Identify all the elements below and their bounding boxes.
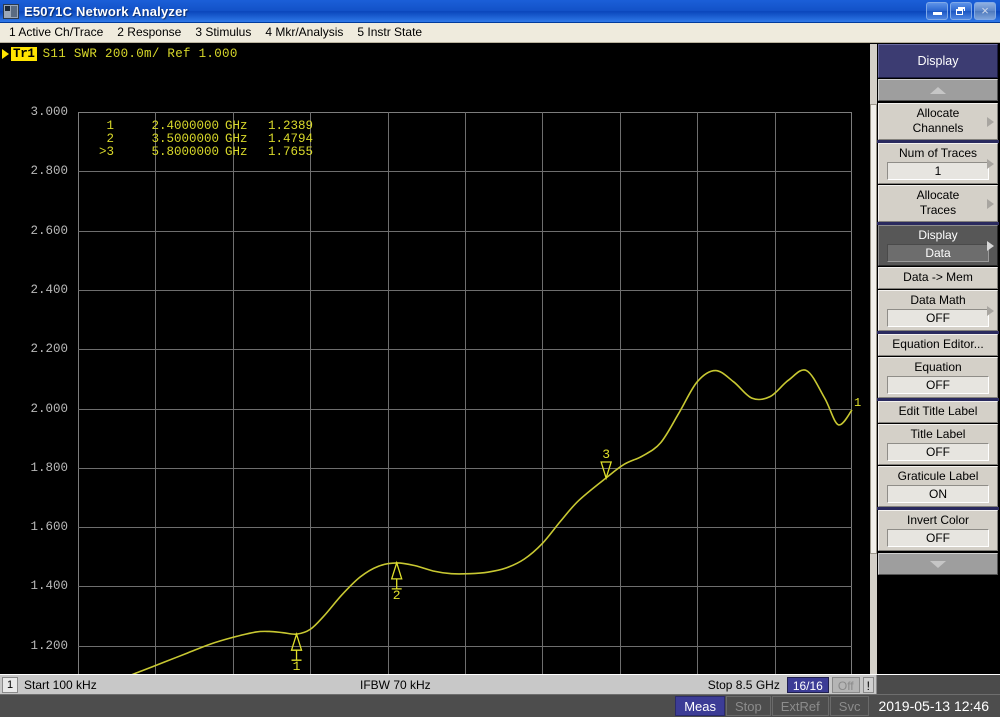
scroll-up-icon <box>930 86 946 94</box>
softkey-invert-color[interactable]: Invert Color OFF <box>877 507 999 551</box>
menu-item-stimulus[interactable]: 3 Stimulus <box>190 24 260 41</box>
softkey-value[interactable]: ON <box>887 485 989 503</box>
softkey-list: Display Allocate Channels Num of Traces 1 A… <box>876 44 1000 577</box>
softkey-allocate-channels[interactable]: Allocate Channels <box>878 103 998 140</box>
chevron-right-icon <box>987 158 994 169</box>
softkey-value[interactable]: OFF <box>887 529 989 547</box>
softkey-value[interactable]: OFF <box>887 443 989 461</box>
network-analyzer-window: E5071C Network Analyzer × 1 Active Ch/Tr… <box>0 0 1000 717</box>
softkey-value[interactable]: 1 <box>887 162 989 180</box>
softkey-items: Allocate Channels Num of Traces 1 Allocate … <box>876 103 1000 551</box>
softkey-label: Edit Title Label <box>898 404 978 418</box>
menu-item-active-ch-trace[interactable]: 1 Active Ch/Trace <box>4 24 112 41</box>
y-axis-tick-6: 1.800 <box>30 460 68 475</box>
analyzer-icon <box>3 3 19 19</box>
status-right-group: Stop 8.5 GHz 16/16 Off ! <box>708 676 874 693</box>
softkey-allocate-traces[interactable]: Allocate Traces <box>878 185 998 222</box>
points-indicator[interactable]: 16/16 <box>786 676 829 693</box>
menu-bar: 1 Active Ch/Trace 2 Response 3 Stimulus … <box>0 23 1000 43</box>
minimize-icon <box>933 12 942 15</box>
y-axis-tick-1: 2.800 <box>30 164 68 179</box>
marker-overlay: 1 2 3 <box>78 447 852 674</box>
softkey-label: Equation <box>914 360 962 374</box>
svc-indicator[interactable]: Svc <box>829 696 870 716</box>
menu-item-response[interactable]: 2 Response <box>112 24 190 41</box>
marker-label-3: 3 <box>602 447 610 462</box>
menu-item-instr-state[interactable]: 5 Instr State <box>352 24 431 41</box>
softkey-title-label[interactable]: Title Label OFF <box>878 424 998 465</box>
marker-label-1: 1 <box>293 659 301 674</box>
stop-frequency[interactable]: Stop 8.5 GHz <box>708 678 780 692</box>
y-axis-tick-4: 2.200 <box>30 342 68 357</box>
channel-number[interactable]: 1 <box>2 676 18 693</box>
scroll-down-icon <box>930 560 946 568</box>
y-axis-labels: 3.000 2.800 2.600 2.400 2.200 2.000 1.800 1.600… <box>0 44 74 712</box>
softkey-label: Allocate Traces <box>916 188 960 217</box>
ifbw-value[interactable]: IFBW 70 kHz <box>360 678 431 692</box>
y-axis-tick-5: 2.000 <box>30 401 68 416</box>
softkey-display[interactable]: Display Data <box>877 222 999 266</box>
softkey-label: Allocate Channels <box>912 106 964 135</box>
softkey-label: Data Math <box>910 293 966 307</box>
softkey-panel: Display Allocate Channels Num of Traces 1 A… <box>868 44 1000 674</box>
status-bar: 1 Start 100 kHz IFBW 70 kHz Stop 8.5 GHz… <box>0 674 1000 695</box>
correction-indicator[interactable]: Off <box>831 676 860 693</box>
softkey-label: Invert Color <box>906 513 970 527</box>
title-bar: E5071C Network Analyzer × <box>0 0 1000 23</box>
softkey-label: Graticule Label <box>897 469 979 483</box>
instrument-taskbar: Meas Stop ExtRef Svc 2019-05-13 12:46 <box>0 694 1000 717</box>
chevron-right-icon <box>987 116 994 127</box>
softkey-equation[interactable]: Equation OFF <box>878 357 998 398</box>
y-axis-tick-0: 3.000 <box>30 105 68 119</box>
extref-indicator[interactable]: ExtRef <box>771 696 829 716</box>
measurement-screen: Tr1 S11 SWR 200.0m/ Ref 1.000 3.000 2.800… <box>0 44 868 713</box>
restore-button[interactable] <box>950 2 972 20</box>
stop-indicator[interactable]: Stop <box>726 696 771 716</box>
marker-3[interactable]: 3 <box>601 447 611 478</box>
softkey-scroll-down-button[interactable] <box>878 553 998 575</box>
close-icon: × <box>981 3 989 18</box>
softkey-label: Title Label <box>910 427 966 441</box>
close-button[interactable]: × <box>974 2 996 20</box>
softkey-label: Data -> Mem <box>903 270 973 284</box>
status-bar-tail <box>876 675 1000 695</box>
restore-icon <box>956 7 966 16</box>
window-controls: × <box>926 2 996 20</box>
warning-indicator[interactable]: ! <box>862 676 874 693</box>
softkey-label: Equation Editor... <box>892 337 984 351</box>
softkey-equation-editor[interactable]: Equation Editor... <box>877 331 999 356</box>
y-axis-tick-7: 1.600 <box>30 520 68 535</box>
trace-number-indicator: 1 <box>854 395 862 410</box>
chevron-right-icon <box>987 305 994 316</box>
softkey-data-math[interactable]: Data Math OFF <box>878 290 998 331</box>
marker-2[interactable]: 2 <box>392 563 402 603</box>
softkey-value[interactable]: Data <box>887 244 989 262</box>
minimize-button[interactable] <box>926 2 948 20</box>
softkey-menu-title: Display <box>878 44 998 78</box>
softkey-label: Display <box>918 228 958 242</box>
meas-indicator[interactable]: Meas <box>675 696 726 716</box>
softkey-label: Num of Traces <box>898 146 978 160</box>
marker-1[interactable]: 1 <box>292 634 302 674</box>
softkey-edit-title-label[interactable]: Edit Title Label <box>877 398 999 423</box>
graticule: 1 2.4000000 GHz 1.2389 2 3.5000000 GHz 1.4794 >3… <box>78 112 861 705</box>
softkey-value[interactable]: OFF <box>887 376 989 394</box>
softkey-num-of-traces[interactable]: Num of Traces 1 <box>877 140 999 184</box>
chevron-right-icon <box>987 198 994 209</box>
y-axis-tick-8: 1.400 <box>30 579 68 594</box>
y-axis-tick-3: 2.400 <box>30 282 68 297</box>
marker-label-2: 2 <box>393 588 401 603</box>
clock: 2019-05-13 12:46 <box>870 696 999 716</box>
menu-item-mkr-analysis[interactable]: 4 Mkr/Analysis <box>260 24 352 41</box>
window-title: E5071C Network Analyzer <box>24 3 188 19</box>
y-axis-tick-9: 1.200 <box>30 638 68 653</box>
softkey-value[interactable]: OFF <box>887 309 989 327</box>
y-axis-tick-2: 2.600 <box>30 223 68 238</box>
chevron-right-icon <box>987 240 994 251</box>
softkey-graticule-label[interactable]: Graticule Label ON <box>878 466 998 507</box>
start-frequency[interactable]: Start 100 kHz <box>24 678 97 692</box>
softkey-scroll-up-button[interactable] <box>878 79 998 101</box>
softkey-data-mem[interactable]: Data -> Mem <box>878 267 998 289</box>
